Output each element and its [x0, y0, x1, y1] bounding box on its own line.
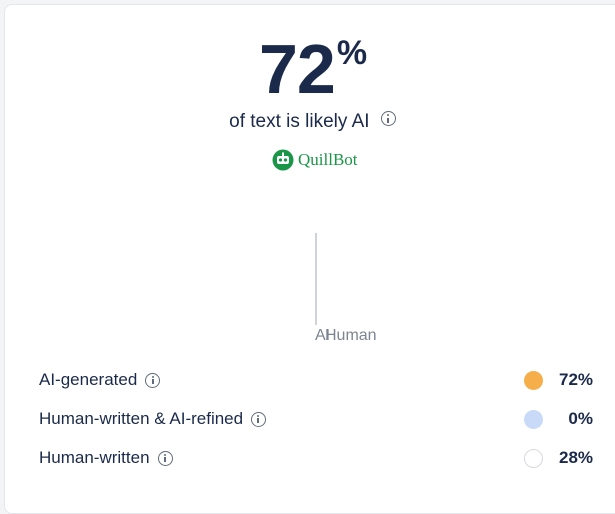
- ai-score-value: 72: [259, 30, 336, 108]
- info-icon[interactable]: [251, 411, 267, 427]
- legend-color-dot: [524, 370, 543, 390]
- legend-label: Human-written & AI-refined: [39, 409, 244, 428]
- legend-row-human-written: Human-written 28%: [39, 446, 593, 470]
- info-icon[interactable]: [380, 111, 396, 126]
- ai-detection-card: 72 % of text is likely AI QuillBot AI Hu…: [4, 4, 615, 514]
- legend-percent: 28%: [559, 448, 594, 467]
- legend-label: Human-written: [39, 448, 150, 467]
- score-subtitle: of text is likely AI: [5, 111, 615, 133]
- legend-label: AI-generated: [39, 370, 138, 389]
- ai-score: 72 %: [259, 29, 367, 109]
- info-icon[interactable]: [145, 372, 161, 388]
- legend-color-dot: [524, 448, 543, 468]
- ai-score-unit: %: [336, 34, 368, 72]
- legend-row-human-ai-refined: Human-written & AI-refined 0%: [39, 407, 593, 431]
- legend-percent: 0%: [568, 409, 593, 428]
- legend-color-dot: [524, 409, 543, 429]
- score-subtitle-text: of text is likely AI: [229, 111, 370, 132]
- brand-name: QuillBot: [298, 150, 358, 169]
- distribution-bar: [315, 233, 317, 325]
- quillbot-logo-icon: [272, 149, 294, 171]
- legend-row-ai-generated: AI-generated 72%: [39, 368, 593, 392]
- info-icon[interactable]: [157, 450, 173, 466]
- axis-label-human: Human: [325, 327, 377, 344]
- legend-percent: 72%: [559, 370, 594, 389]
- brand: QuillBot: [272, 149, 358, 171]
